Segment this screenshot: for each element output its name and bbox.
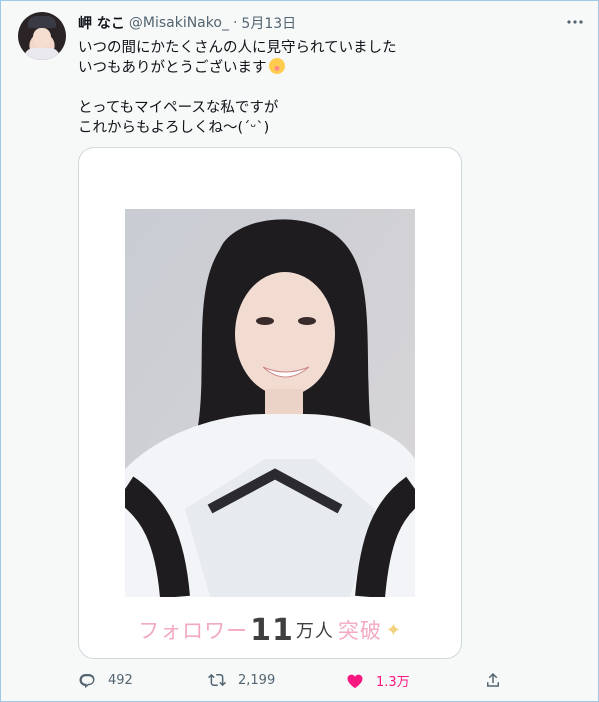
- tweet-line-1: いつの間にかたくさんの人に見守られていました: [78, 40, 397, 56]
- retweet-button[interactable]: 2,199: [208, 671, 275, 689]
- avatar-hat: [28, 16, 56, 28]
- avatar-face: [33, 28, 51, 48]
- retweet-icon: [208, 671, 226, 689]
- avatar-shirt: [24, 48, 60, 60]
- tweet-line-2-text: いつもありがとうございます: [78, 60, 267, 76]
- reply-button[interactable]: 492: [78, 671, 133, 689]
- tweet-line-2: いつもありがとうございます: [78, 58, 578, 78]
- tweet-date[interactable]: 5月13日: [241, 13, 296, 33]
- tweet-frame: 岬 なこ @MisakiNako_ · 5月13日 いつの間にかたくさんの人に見…: [0, 0, 599, 702]
- retweet-count: 2,199: [238, 672, 276, 688]
- tweet-photo[interactable]: [125, 209, 415, 597]
- more-options-icon[interactable]: [564, 11, 586, 33]
- media-card[interactable]: フォロワー 11 万人 突破 ✦: [78, 147, 462, 659]
- tweet-text: いつの間にかたくさんの人に見守られていました いつもありがとうございます とって…: [78, 38, 578, 138]
- smiling-emoji-icon: [268, 58, 285, 74]
- header-separator: ·: [232, 15, 238, 31]
- reply-count: 492: [108, 672, 133, 688]
- share-button[interactable]: [484, 671, 502, 689]
- avatar[interactable]: [18, 12, 66, 60]
- display-name[interactable]: 岬 なこ: [78, 13, 125, 33]
- tweet-line-3: とってもマイペースな私ですが: [78, 100, 279, 116]
- caption-achieved: 突破: [337, 619, 382, 643]
- heart-icon: [346, 672, 364, 690]
- tweet-actions: 492 2,199 1.3万: [1, 671, 599, 693]
- caption-number: 11: [250, 612, 294, 648]
- image-caption-banner: フォロワー 11 万人 突破 ✦: [79, 608, 461, 652]
- like-count: 1.3万: [376, 675, 410, 690]
- share-icon: [484, 671, 502, 689]
- reply-icon: [78, 671, 96, 689]
- caption-follower-text: フォロワー: [138, 619, 249, 643]
- caption-unit: 万人: [295, 621, 334, 642]
- sparkle-icon: ✦: [385, 619, 402, 641]
- tweet-header: 岬 なこ @MisakiNako_ · 5月13日: [78, 13, 296, 33]
- tweet-line-4: これからもよろしくね〜(´ᵕ`): [78, 120, 270, 136]
- user-handle[interactable]: @MisakiNako_: [129, 15, 229, 31]
- like-button[interactable]: 1.3万: [346, 671, 410, 690]
